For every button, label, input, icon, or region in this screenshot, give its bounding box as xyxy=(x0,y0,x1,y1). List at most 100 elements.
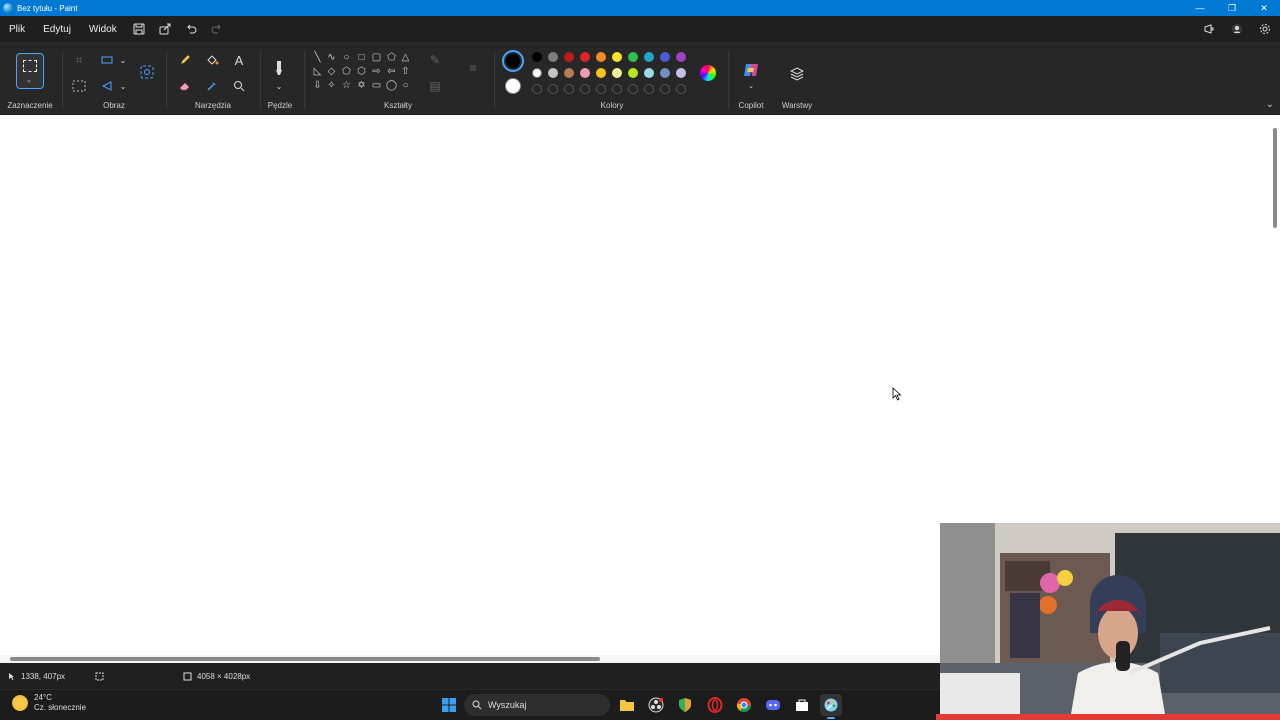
color-swatch[interactable] xyxy=(580,52,590,62)
color-swatch[interactable] xyxy=(628,68,638,78)
store-icon[interactable] xyxy=(791,694,813,716)
fill-bucket-icon[interactable] xyxy=(201,49,223,71)
callout-rect-shape-icon[interactable]: ▭ xyxy=(370,79,383,92)
primary-color[interactable] xyxy=(502,50,524,72)
settings-gear-icon[interactable] xyxy=(1252,19,1278,39)
color-swatch[interactable] xyxy=(676,52,686,62)
arrow-left-shape-icon[interactable]: ⇦ xyxy=(385,65,398,78)
color-swatch[interactable] xyxy=(564,52,574,62)
vpn-shield-icon[interactable] xyxy=(674,694,696,716)
share-icon[interactable] xyxy=(152,19,178,39)
rectangle-shape-icon[interactable]: □ xyxy=(355,51,368,64)
custom-color-slot[interactable] xyxy=(596,84,606,94)
obs-studio-icon[interactable] xyxy=(645,694,667,716)
color-picker-icon[interactable] xyxy=(201,75,223,97)
custom-color-slot[interactable] xyxy=(564,84,574,94)
color-swatch[interactable] xyxy=(660,52,670,62)
redo-icon[interactable] xyxy=(204,19,230,39)
selection-button[interactable]: ⌄ xyxy=(16,53,44,89)
callout-cloud-shape-icon[interactable]: ○ xyxy=(399,79,412,92)
color-swatch[interactable] xyxy=(612,68,622,78)
custom-color-slot[interactable] xyxy=(580,84,590,94)
secondary-color[interactable] xyxy=(505,78,521,94)
close-button[interactable]: ✕ xyxy=(1248,0,1280,16)
curve-shape-icon[interactable]: ∿ xyxy=(325,51,338,64)
callout-oval-shape-icon[interactable]: ◯ xyxy=(385,79,398,92)
minimize-button[interactable]: — xyxy=(1184,0,1216,16)
color-swatch[interactable] xyxy=(596,52,606,62)
color-swatch[interactable] xyxy=(628,52,638,62)
account-icon[interactable] xyxy=(1224,19,1250,39)
background-removal-icon[interactable] xyxy=(68,75,90,97)
collapse-ribbon-chevron-icon[interactable]: ⌄ xyxy=(1266,99,1274,110)
menu-view[interactable]: Widok xyxy=(80,24,126,35)
chevron-down-icon[interactable]: ⌄ xyxy=(112,75,134,97)
taskbar-search[interactable]: Wyszukaj xyxy=(464,694,610,716)
custom-color-slot[interactable] xyxy=(628,84,638,94)
arrow-down-shape-icon[interactable]: ⇩ xyxy=(311,79,324,92)
chevron-down-icon[interactable]: ⌄ xyxy=(268,75,290,97)
eraser-icon[interactable] xyxy=(174,75,196,97)
color-swatch[interactable] xyxy=(644,52,654,62)
rounded-rectangle-shape-icon[interactable]: ▢ xyxy=(370,51,383,64)
scroll-thumb[interactable] xyxy=(10,657,600,661)
restore-button[interactable]: ❐ xyxy=(1216,0,1248,16)
color-swatch[interactable] xyxy=(532,68,542,78)
paint-taskbar-icon[interactable] xyxy=(820,694,842,719)
chrome-icon[interactable] xyxy=(733,694,755,716)
custom-color-slot[interactable] xyxy=(548,84,558,94)
color-swatch[interactable] xyxy=(580,68,590,78)
chevron-down-icon[interactable]: ⌄ xyxy=(112,49,134,71)
arrow-up-shape-icon[interactable]: ⇧ xyxy=(399,65,412,78)
undo-icon[interactable] xyxy=(178,19,204,39)
pencil-icon[interactable] xyxy=(174,49,196,71)
triangle-shape-icon[interactable]: △ xyxy=(399,51,412,64)
file-explorer-icon[interactable] xyxy=(616,694,638,716)
oval-shape-icon[interactable]: ○ xyxy=(340,51,353,64)
color-swatch[interactable] xyxy=(644,68,654,78)
color-swatch[interactable] xyxy=(676,68,686,78)
size-icon[interactable]: ≡ xyxy=(462,57,484,79)
custom-color-slot[interactable] xyxy=(644,84,654,94)
text-tool-icon[interactable]: A xyxy=(228,49,250,71)
arrow-right-shape-icon[interactable]: ⇨ xyxy=(370,65,383,78)
color-swatch[interactable] xyxy=(532,52,542,62)
custom-color-slot[interactable] xyxy=(660,84,670,94)
menu-file[interactable]: Plik xyxy=(0,24,34,35)
image-select-icon[interactable] xyxy=(136,61,158,83)
color-swatch[interactable] xyxy=(660,68,670,78)
opera-gx-icon[interactable] xyxy=(704,694,726,716)
custom-color-slot[interactable] xyxy=(676,84,686,94)
diamond-shape-icon[interactable]: ◇ xyxy=(325,65,338,78)
polygon-shape-icon[interactable]: ⬠ xyxy=(385,51,398,64)
fill-icon[interactable]: ▤ xyxy=(424,75,446,97)
layers-icon[interactable] xyxy=(786,63,808,85)
custom-color-slot[interactable] xyxy=(532,84,542,94)
line-shape-icon[interactable]: ╲ xyxy=(311,51,324,64)
discord-icon[interactable] xyxy=(762,694,784,716)
star-five-shape-icon[interactable]: ☆ xyxy=(340,79,353,92)
horizontal-scrollbar[interactable] xyxy=(0,655,940,663)
weather-widget[interactable]: 24°C Cz. słonecznie xyxy=(12,693,86,713)
pentagon-shape-icon[interactable]: ⬠ xyxy=(340,65,353,78)
outline-icon[interactable]: ✎ xyxy=(424,49,446,71)
crop-icon[interactable]: ⌗ xyxy=(68,49,90,71)
right-triangle-shape-icon[interactable]: ◺ xyxy=(311,65,324,78)
hexagon-shape-icon[interactable]: ⬡ xyxy=(355,65,368,78)
chevron-down-icon[interactable]: ⌄ xyxy=(740,75,762,97)
save-icon[interactable] xyxy=(126,19,152,39)
color-swatch[interactable] xyxy=(548,52,558,62)
color-swatch[interactable] xyxy=(596,68,606,78)
star-six-shape-icon[interactable]: ✡ xyxy=(355,79,368,92)
color-swatch[interactable] xyxy=(612,52,622,62)
menu-edit[interactable]: Edytuj xyxy=(34,24,80,35)
star-four-shape-icon[interactable]: ✧ xyxy=(325,79,338,92)
color-swatch[interactable] xyxy=(564,68,574,78)
color-swatch[interactable] xyxy=(548,68,558,78)
magnifier-icon[interactable] xyxy=(228,75,250,97)
feedback-icon[interactable] xyxy=(1196,19,1222,39)
edit-colors-icon[interactable] xyxy=(700,65,716,81)
windows-start-icon[interactable] xyxy=(438,694,460,716)
scroll-thumb[interactable] xyxy=(1273,128,1277,228)
custom-color-slot[interactable] xyxy=(612,84,622,94)
